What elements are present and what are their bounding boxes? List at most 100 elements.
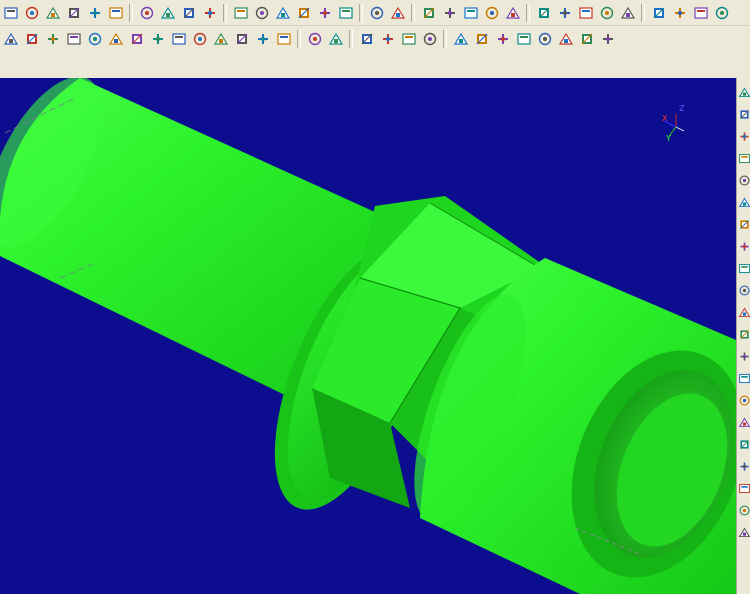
extrude-button[interactable] [738, 218, 750, 231]
view-iso-button[interactable] [483, 4, 501, 22]
distance-button[interactable] [650, 4, 668, 22]
pattern-button[interactable] [337, 4, 355, 22]
export-button[interactable] [65, 4, 83, 22]
grid-button[interactable] [619, 4, 637, 22]
move-button[interactable] [149, 30, 167, 48]
import-button[interactable] [44, 4, 62, 22]
chamfer-icon [87, 31, 103, 47]
sketch-button[interactable] [738, 306, 750, 319]
right-feature-toolbar [736, 78, 750, 594]
constraint-button[interactable] [738, 350, 750, 363]
fillet-button[interactable] [65, 30, 83, 48]
weld-button[interactable] [295, 4, 313, 22]
toolbar-separator [297, 30, 301, 48]
model-canvas[interactable]: X Y Z [0, 78, 736, 594]
open-file-icon [3, 5, 19, 21]
list-button[interactable] [254, 30, 272, 48]
render-mode-button[interactable] [306, 30, 324, 48]
dimension-button[interactable] [232, 4, 250, 22]
render-button[interactable] [713, 4, 731, 22]
sheet-properties-button[interactable] [201, 4, 219, 22]
solid-view-icon [369, 5, 385, 21]
revolve-icon [738, 240, 750, 253]
line-button[interactable] [738, 108, 750, 121]
thread-button[interactable] [738, 394, 750, 407]
sum-button[interactable] [738, 504, 750, 517]
measure-button[interactable] [107, 4, 125, 22]
toolbar-separator [526, 3, 530, 22]
zoom-fit-button[interactable] [692, 4, 710, 22]
rectangle-button[interactable] [738, 152, 750, 165]
hatch-button[interactable] [316, 4, 334, 22]
zoom-button[interactable] [577, 4, 595, 22]
boolean-button[interactable] [738, 460, 750, 473]
snap-button[interactable] [2, 30, 20, 48]
pencil-button[interactable] [738, 284, 750, 297]
break-button[interactable] [233, 30, 251, 48]
surface-finish-button[interactable] [274, 4, 292, 22]
render-mode-icon [307, 31, 323, 47]
circle-button[interactable] [738, 130, 750, 143]
new-sheet-button[interactable] [159, 4, 177, 22]
wedge-solid-button[interactable] [421, 30, 439, 48]
print-button[interactable] [86, 4, 104, 22]
hole-button[interactable] [738, 372, 750, 385]
pattern-icon [338, 5, 354, 21]
clip-button[interactable] [598, 4, 616, 22]
offset-button[interactable] [107, 30, 125, 48]
help-button[interactable] [275, 30, 293, 48]
mirror-icon [129, 31, 145, 47]
measure-icon [108, 5, 124, 21]
polyline-button[interactable] [738, 196, 750, 209]
solid-view-button[interactable] [368, 4, 386, 22]
boolean-icon [738, 460, 750, 473]
fillet-edge-button[interactable] [738, 416, 750, 429]
orbit-button[interactable] [452, 30, 470, 48]
layer-button[interactable] [138, 4, 156, 22]
print-icon [87, 5, 103, 21]
chamfer-button[interactable] [86, 30, 104, 48]
tolerance-button[interactable] [253, 4, 271, 22]
box-solid-button[interactable] [358, 30, 376, 48]
copy-button[interactable] [170, 30, 188, 48]
shaded-view-button[interactable] [389, 4, 407, 22]
rectangle-icon [738, 152, 750, 165]
view-cube-front-button[interactable] [515, 30, 533, 48]
rotate-button[interactable] [535, 4, 553, 22]
3d-viewport[interactable]: X Y Z [0, 78, 736, 594]
sphere-shading-button[interactable] [327, 30, 345, 48]
cone-solid-button[interactable] [400, 30, 418, 48]
shell-button[interactable] [738, 438, 750, 451]
sweep-button[interactable] [738, 262, 750, 275]
split-button[interactable] [738, 482, 750, 495]
zoom-window-button[interactable] [671, 4, 689, 22]
arc-icon [738, 174, 750, 187]
view-top-button[interactable] [441, 4, 459, 22]
open-file-button[interactable] [2, 4, 20, 22]
assembly-button[interactable] [738, 526, 750, 539]
arc-button[interactable] [738, 174, 750, 187]
trim-button[interactable] [23, 30, 41, 48]
pan-button[interactable] [556, 4, 574, 22]
zoom-extents-button[interactable] [473, 30, 491, 48]
view-cube-back-icon [537, 31, 553, 47]
view-cube-right-button[interactable] [578, 30, 596, 48]
save-file-button[interactable] [23, 4, 41, 22]
edit-sheet-button[interactable] [180, 4, 198, 22]
extend-button[interactable] [44, 30, 62, 48]
help-icon [276, 31, 292, 47]
view-cube-top-button[interactable] [599, 30, 617, 48]
view-side-button[interactable] [462, 4, 480, 22]
cylinder-solid-button[interactable] [379, 30, 397, 48]
view-cube-back-button[interactable] [536, 30, 554, 48]
revolve-button[interactable] [738, 240, 750, 253]
view-options-button[interactable] [504, 4, 522, 22]
add-button[interactable] [738, 86, 750, 99]
mirror-button[interactable] [128, 30, 146, 48]
scale-button[interactable] [191, 30, 209, 48]
edit-button[interactable] [738, 328, 750, 341]
stretch-button[interactable] [212, 30, 230, 48]
pan-view-button[interactable] [494, 30, 512, 48]
view-front-button[interactable] [420, 4, 438, 22]
view-cube-left-button[interactable] [557, 30, 575, 48]
